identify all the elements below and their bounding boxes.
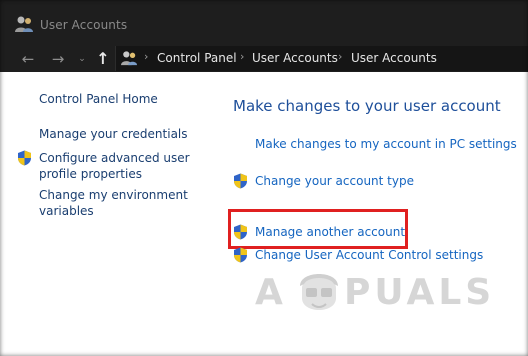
- breadcrumb[interactable]: › Control Panel › User Accounts › User A…: [115, 46, 528, 71]
- sidebar-item-advanced-profile-line1[interactable]: Configure advanced user: [39, 150, 190, 166]
- content-area: Control Panel Home Manage your credentia…: [0, 72, 528, 356]
- address-bar: ← → ⌄ ↑ › Control Panel › User Accounts …: [0, 45, 528, 72]
- user-accounts-icon: [15, 16, 33, 32]
- highlight-box: [228, 209, 408, 249]
- breadcrumb-separator-icon: ›: [338, 50, 343, 63]
- uac-shield-icon: [18, 150, 31, 166]
- back-arrow-icon[interactable]: ←: [16, 49, 40, 69]
- sidebar-item-environment-line1[interactable]: Change my environment: [39, 187, 188, 203]
- watermark-mascot-icon: [300, 274, 338, 310]
- breadcrumb-user-accounts[interactable]: User Accounts: [252, 51, 338, 65]
- up-arrow-icon[interactable]: ↑: [92, 49, 114, 69]
- change-account-type-link[interactable]: Change your account type: [255, 174, 414, 188]
- title-bar: User Accounts: [0, 0, 528, 45]
- control-panel-users-icon: [121, 51, 137, 66]
- uac-shield-icon: [234, 173, 247, 189]
- breadcrumb-user-accounts-current[interactable]: User Accounts: [351, 51, 437, 65]
- forward-arrow-icon[interactable]: →: [46, 49, 70, 69]
- window-title: User Accounts: [40, 18, 128, 32]
- breadcrumb-separator-icon: ›: [240, 50, 245, 63]
- uac-settings-link[interactable]: Change User Account Control settings: [255, 248, 483, 262]
- recent-locations-chevron-icon[interactable]: ⌄: [76, 49, 88, 69]
- uac-shield-icon: [234, 247, 247, 263]
- sidebar-item-advanced-profile-line2[interactable]: profile properties: [39, 166, 142, 182]
- watermark-letter-a: A: [255, 272, 287, 313]
- breadcrumb-separator-icon: ›: [144, 50, 149, 63]
- pc-settings-link[interactable]: Make changes to my account in PC setting…: [255, 137, 517, 151]
- sidebar-item-control-panel-home[interactable]: Control Panel Home: [39, 91, 158, 107]
- sidebar-item-manage-credentials[interactable]: Manage your credentials: [39, 126, 188, 142]
- watermark-wordmark: PUALS: [344, 272, 496, 313]
- page-title: Make changes to your user account: [233, 97, 501, 115]
- breadcrumb-control-panel[interactable]: Control Panel: [157, 51, 237, 65]
- sidebar-item-environment-line2[interactable]: variables: [39, 203, 94, 219]
